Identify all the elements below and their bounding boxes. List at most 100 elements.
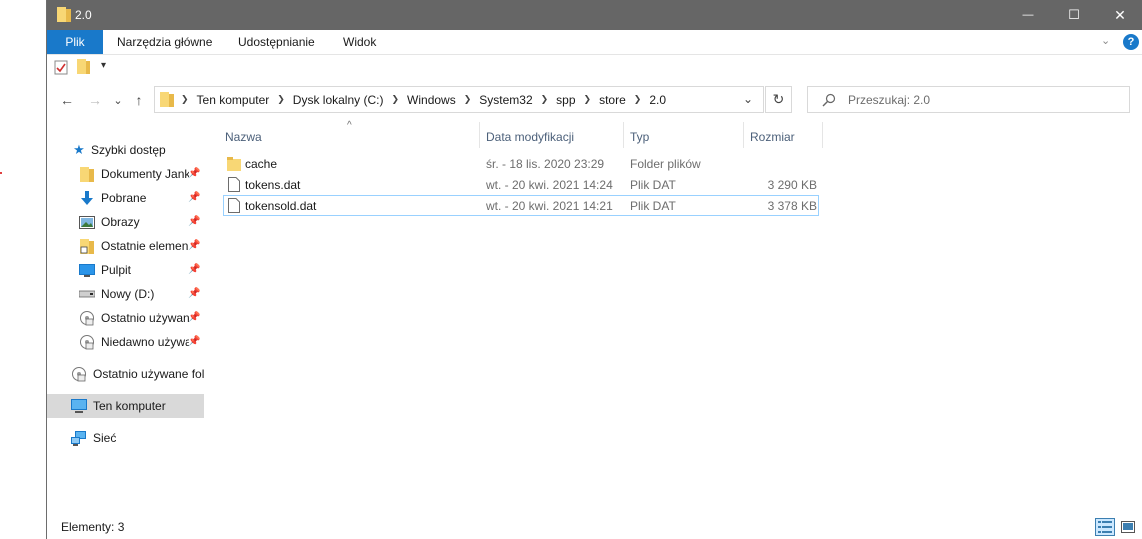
chevron-right-icon[interactable]: ❯	[580, 94, 596, 105]
sidebar-item-recent-used-1[interactable]: Ostatnio używan	[47, 306, 189, 330]
chevron-right-icon[interactable]: ❯	[273, 94, 289, 105]
tab-home[interactable]: Narzędzia główne	[117, 30, 212, 54]
sidebar-item-label: Ostatnie elemen	[101, 239, 189, 253]
refresh-button[interactable]: ↻	[765, 86, 792, 113]
column-header-name[interactable]: Nazwa	[225, 126, 262, 148]
column-header-size[interactable]: Rozmiar	[750, 126, 795, 148]
breadcrumb-item[interactable]: store	[595, 93, 630, 107]
file-row-tokens[interactable]: tokens.dat wt. - 20 kwi. 2021 14:24 Plik…	[223, 174, 819, 195]
network-icon	[71, 430, 87, 446]
network-folder-icon	[71, 366, 87, 382]
title-bar[interactable]: 2.0 — ☐ ✕	[47, 0, 1142, 30]
sidebar-item-recent-used-2[interactable]: Niedawno używa	[47, 330, 189, 354]
item-count: Elementy: 3	[61, 520, 125, 534]
pin-icon[interactable]: 📌	[188, 168, 200, 179]
sidebar-item-label: Ostatnio używane fol	[93, 367, 204, 381]
pin-icon[interactable]: 📌	[188, 336, 200, 347]
column-header-date[interactable]: Data modyfikacji	[486, 126, 574, 148]
details-view-button[interactable]	[1095, 518, 1115, 536]
pin-icon[interactable]: 📌	[188, 192, 200, 203]
breadcrumb-item[interactable]: Dysk lokalny (C:)	[289, 93, 388, 107]
pictures-icon	[79, 214, 95, 230]
sidebar-item-this-pc[interactable]: Ten komputer	[47, 394, 204, 418]
sidebar-item-label: Ostatnio używan	[101, 311, 189, 325]
file-row-cache[interactable]: cache śr. - 18 lis. 2020 23:29 Folder pl…	[223, 153, 819, 174]
stray-marker	[0, 172, 2, 174]
minimize-button[interactable]: —	[1005, 0, 1051, 30]
tab-share[interactable]: Udostępnianie	[238, 30, 315, 54]
recent-locations-button[interactable]: ⌄	[111, 90, 125, 110]
chevron-right-icon[interactable]: ❯	[387, 94, 403, 105]
breadcrumb-item[interactable]: 2.0	[645, 93, 670, 107]
file-name: cache	[245, 156, 278, 171]
address-history-dropdown[interactable]: ⌄	[743, 92, 753, 106]
sidebar-item-recent[interactable]: Ostatnie elemen	[47, 234, 189, 258]
chevron-right-icon[interactable]: ❯	[537, 94, 553, 105]
back-button[interactable]: ←	[57, 90, 77, 110]
sidebar-item-pictures[interactable]: Obrazy	[47, 210, 189, 234]
sidebar-item-network[interactable]: Sieć	[47, 426, 204, 450]
sidebar-item-label: Niedawno używa	[101, 335, 189, 349]
search-box[interactable]: Przeszukaj: 2.0	[807, 86, 1130, 113]
tab-view[interactable]: Widok	[343, 30, 376, 54]
column-divider[interactable]	[623, 122, 624, 148]
pin-icon[interactable]: 📌	[188, 264, 200, 275]
address-bar[interactable]: ❯ Ten komputer ❯ Dysk lokalny (C:) ❯ Win…	[154, 86, 764, 113]
file-date: śr. - 18 lis. 2020 23:29	[486, 156, 605, 171]
desktop-icon	[79, 262, 95, 278]
column-divider[interactable]	[822, 122, 823, 148]
up-button[interactable]: ↑	[129, 90, 149, 110]
close-button[interactable]: ✕	[1097, 0, 1142, 30]
sidebar-item-downloads[interactable]: Pobrane	[47, 186, 189, 210]
chevron-right-icon[interactable]: ❯	[630, 94, 646, 105]
customize-toolbar-dropdown[interactable]: ▾	[101, 60, 106, 71]
tab-file[interactable]: Plik	[47, 30, 103, 54]
chevron-right-icon[interactable]: ❯	[460, 94, 476, 105]
file-row-tokensold[interactable]: tokensold.dat wt. - 20 kwi. 2021 14:21 P…	[223, 195, 819, 216]
details-view-icon	[1098, 521, 1112, 533]
computer-icon	[71, 398, 87, 414]
column-divider[interactable]	[479, 122, 480, 148]
forward-button[interactable]: →	[85, 90, 105, 110]
file-type: Plik DAT	[630, 177, 676, 192]
folder-icon	[79, 166, 95, 182]
file-date: wt. - 20 kwi. 2021 14:24	[486, 177, 613, 192]
new-folder-icon[interactable]	[77, 59, 90, 74]
breadcrumb: ❯ Ten komputer ❯ Dysk lokalny (C:) ❯ Win…	[177, 87, 670, 112]
large-icons-view-button[interactable]	[1118, 518, 1138, 536]
download-arrow-icon	[79, 190, 95, 206]
help-button[interactable]: ?	[1123, 34, 1139, 50]
file-name: tokensold.dat	[245, 198, 317, 213]
breadcrumb-item[interactable]: Ten komputer	[193, 93, 274, 107]
ribbon-tabs: Plik Narzędzia główne Udostępnianie Wido…	[47, 30, 1142, 55]
recent-folder-icon	[79, 238, 95, 254]
breadcrumb-item[interactable]: spp	[552, 93, 579, 107]
maximize-button[interactable]: ☐	[1051, 0, 1097, 30]
properties-icon[interactable]	[54, 59, 68, 75]
column-header-type[interactable]: Typ	[630, 126, 649, 148]
sidebar-item-label: Dokumenty Jank	[101, 167, 189, 181]
sidebar-item-desktop[interactable]: Pulpit	[47, 258, 189, 282]
search-input[interactable]: Przeszukaj: 2.0	[848, 93, 930, 107]
expand-ribbon-icon[interactable]: ⌄	[1101, 34, 1110, 47]
sidebar-item-label: Obrazy	[101, 215, 140, 229]
explorer-window: 2.0 — ☐ ✕ Plik Narzędzia główne Udostępn…	[46, 0, 1142, 539]
sidebar-item-label: Pobrane	[101, 191, 147, 205]
sidebar-item-quick-access[interactable]: ★ Szybki dostęp	[47, 138, 204, 162]
file-type: Plik DAT	[630, 198, 676, 213]
star-icon: ★	[73, 142, 85, 157]
pin-icon[interactable]: 📌	[188, 216, 200, 227]
column-divider[interactable]	[743, 122, 744, 148]
sidebar-item-recent-folders[interactable]: Ostatnio używane fol	[47, 362, 204, 386]
sidebar-item-label: Pulpit	[101, 263, 132, 277]
window-title: 2.0	[75, 8, 92, 22]
breadcrumb-item[interactable]: System32	[475, 93, 536, 107]
navigation-pane: ★ Szybki dostęp Dokumenty Jank 📌 Pobrane…	[47, 120, 207, 512]
pin-icon[interactable]: 📌	[188, 288, 200, 299]
sidebar-item-documents[interactable]: Dokumenty Jank	[47, 162, 189, 186]
pin-icon[interactable]: 📌	[188, 240, 200, 251]
file-type: Folder plików	[630, 156, 701, 171]
pin-icon[interactable]: 📌	[188, 312, 200, 323]
breadcrumb-item[interactable]: Windows	[403, 93, 460, 107]
sidebar-item-drive-d[interactable]: Nowy (D:)	[47, 282, 189, 306]
